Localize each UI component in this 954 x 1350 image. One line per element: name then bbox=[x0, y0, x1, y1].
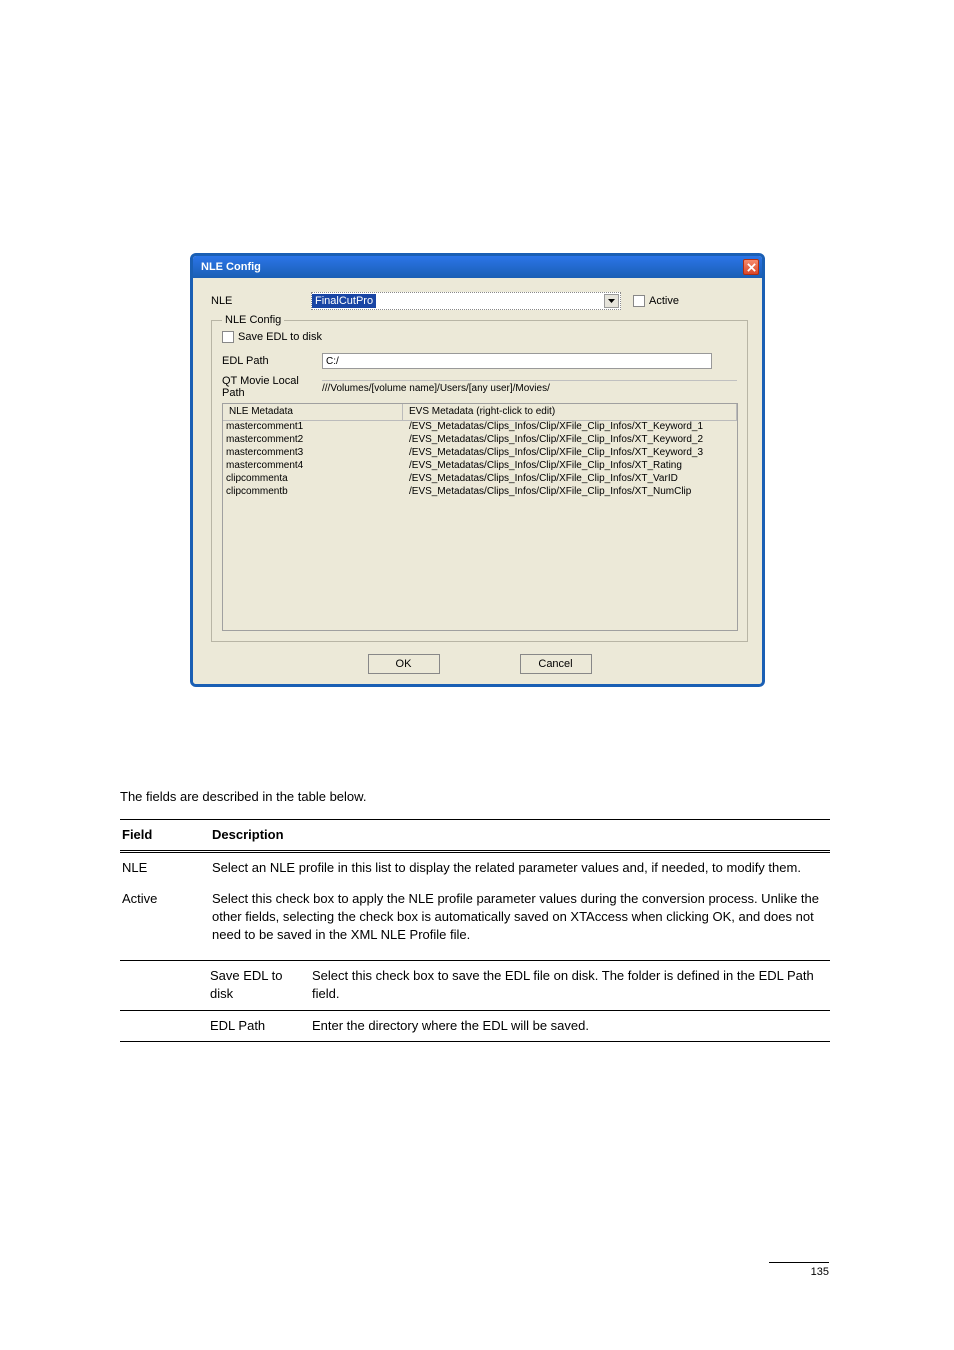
field-desc: Select an NLE profile in this list to di… bbox=[210, 853, 830, 884]
save-edl-label: Save EDL to disk bbox=[238, 331, 322, 343]
edl-path-label: EDL Path bbox=[222, 355, 322, 367]
field-description-table-indented: Save EDL to disk Select this check box t… bbox=[120, 960, 830, 1042]
dropdown-button[interactable] bbox=[604, 294, 619, 308]
nle-config-dialog: NLE Config NLE FinalCutPro Active NLE Co… bbox=[190, 253, 765, 687]
table-header: NLE Metadata EVS Metadata (right-click t… bbox=[223, 404, 737, 421]
table-head-field: Field bbox=[120, 820, 210, 851]
cell-evs: /EVS_Metadatas/Clips_Infos/Clip/XFile_Cl… bbox=[403, 434, 737, 447]
cancel-button[interactable]: Cancel bbox=[520, 654, 592, 674]
document-body: The fields are described in the table be… bbox=[120, 775, 830, 1042]
nle-config-fieldset: NLE Config Save EDL to disk EDL Path C:/… bbox=[211, 320, 748, 642]
cell-nle: mastercomment3 bbox=[223, 447, 403, 460]
field-desc: Select this check box to save the EDL fi… bbox=[310, 961, 830, 1010]
table-row[interactable]: mastercomment3/EVS_Metadatas/Clips_Infos… bbox=[223, 447, 737, 460]
field-desc: Select this check box to apply the NLE p… bbox=[210, 884, 830, 951]
edl-path-value: C:/ bbox=[326, 356, 339, 367]
save-edl-checkbox[interactable] bbox=[222, 331, 234, 343]
cell-evs: /EVS_Metadatas/Clips_Infos/Clip/XFile_Cl… bbox=[403, 460, 737, 473]
close-button[interactable] bbox=[743, 259, 759, 275]
table-row[interactable]: clipcommenta/EVS_Metadatas/Clips_Infos/C… bbox=[223, 473, 737, 486]
metadata-table: NLE Metadata EVS Metadata (right-click t… bbox=[222, 403, 738, 631]
cell-evs: /EVS_Metadatas/Clips_Infos/Clip/XFile_Cl… bbox=[403, 447, 737, 460]
dialog-client-area: NLE FinalCutPro Active NLE Config Save E… bbox=[193, 278, 762, 684]
field-name: NLE bbox=[120, 853, 210, 884]
table-row[interactable]: mastercomment1/EVS_Metadatas/Clips_Infos… bbox=[223, 421, 737, 434]
qt-movie-path-label: QT Movie Local Path bbox=[222, 375, 322, 399]
qt-movie-path-value[interactable]: ///Volumes/[volume name]/Users/[any user… bbox=[322, 380, 737, 394]
nle-dropdown[interactable]: FinalCutPro bbox=[311, 292, 621, 310]
nle-label: NLE bbox=[211, 295, 311, 307]
table-row[interactable]: clipcommentb/EVS_Metadatas/Clips_Infos/C… bbox=[223, 486, 737, 499]
chevron-down-icon bbox=[608, 299, 615, 303]
cell-evs: /EVS_Metadatas/Clips_Infos/Clip/XFile_Cl… bbox=[403, 421, 737, 434]
field-name: Save EDL to disk bbox=[120, 961, 310, 1010]
cell-nle: mastercomment4 bbox=[223, 460, 403, 473]
cell-evs: /EVS_Metadatas/Clips_Infos/Clip/XFile_Cl… bbox=[403, 473, 737, 486]
table-head-description: Description bbox=[210, 820, 830, 851]
col-header-nle[interactable]: NLE Metadata bbox=[223, 404, 403, 420]
ok-button[interactable]: OK bbox=[368, 654, 440, 674]
active-label: Active bbox=[649, 295, 679, 307]
intro-text: The fields are described in the table be… bbox=[120, 788, 830, 806]
edl-path-input[interactable]: C:/ bbox=[322, 353, 712, 369]
page-number: 135 bbox=[769, 1262, 829, 1278]
table-row[interactable]: mastercomment2/EVS_Metadatas/Clips_Infos… bbox=[223, 434, 737, 447]
close-icon bbox=[747, 263, 756, 272]
cell-nle: mastercomment1 bbox=[223, 421, 403, 434]
cell-nle: clipcommentb bbox=[223, 486, 403, 499]
cell-nle: mastercomment2 bbox=[223, 434, 403, 447]
field-name: Active bbox=[120, 884, 210, 951]
field-description-table: Field Description NLE Select an NLE prof… bbox=[120, 819, 830, 950]
table-row[interactable]: mastercomment4/EVS_Metadatas/Clips_Infos… bbox=[223, 460, 737, 473]
col-header-evs[interactable]: EVS Metadata (right-click to edit) bbox=[403, 404, 737, 420]
cell-evs: /EVS_Metadatas/Clips_Infos/Clip/XFile_Cl… bbox=[403, 486, 737, 499]
titlebar: NLE Config bbox=[193, 256, 762, 278]
field-name: EDL Path bbox=[120, 1010, 310, 1041]
active-checkbox[interactable] bbox=[633, 295, 645, 307]
field-desc: Enter the directory where the EDL will b… bbox=[310, 1010, 830, 1041]
cell-nle: clipcommenta bbox=[223, 473, 403, 486]
nle-dropdown-value: FinalCutPro bbox=[312, 294, 376, 308]
fieldset-legend: NLE Config bbox=[222, 314, 284, 326]
dialog-title: NLE Config bbox=[201, 261, 261, 273]
